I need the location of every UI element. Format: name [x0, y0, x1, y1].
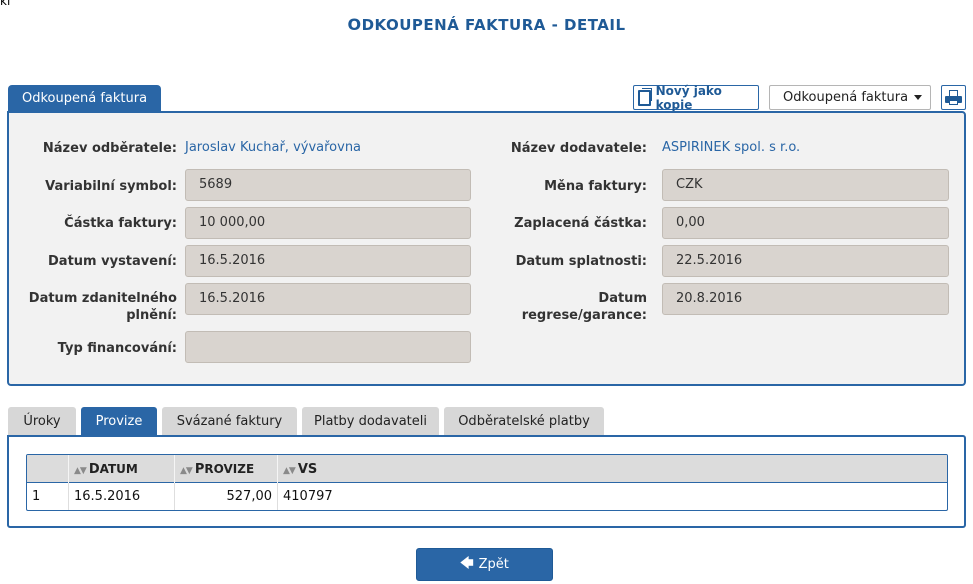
sort-arrows-icon: ▲▼	[74, 466, 87, 476]
print-button[interactable]	[941, 85, 966, 110]
tab-uroky[interactable]: Úroky	[8, 407, 76, 436]
odberatel-link[interactable]: Jaroslav Kuchař, vývařovna	[185, 140, 361, 155]
tab-svazane-faktury[interactable]: Svázané faktury	[162, 407, 297, 436]
datum-vystaveni-field: 16.5.2016	[185, 245, 471, 277]
datum-vystaveni-label: Datum vystavení:	[48, 254, 177, 269]
arrow-left-icon: 🡄	[460, 555, 474, 571]
invoice-form-panel: Název odběratele: Jaroslav Kuchař, vývař…	[7, 111, 966, 386]
corner-mark: ki	[0, 0, 11, 8]
copy-icon	[638, 87, 652, 106]
duzp-label: Datum zdanitelného plnění:	[28, 291, 177, 323]
row-vs-cell: 410797	[283, 489, 333, 504]
typ-financovani-label: Typ financování:	[57, 341, 177, 356]
regrese-field: 20.8.2016	[662, 283, 949, 315]
variabilni-symbol-label: Variabilní symbol:	[45, 179, 177, 194]
duzp-field: 16.5.2016	[185, 283, 471, 315]
castka-label: Částka faktury:	[64, 216, 177, 231]
back-button-label: Zpět	[478, 557, 509, 572]
mena-label: Měna faktury:	[544, 179, 647, 194]
zaplaceno-field: 0,00	[662, 207, 949, 239]
row-datum-cell: 16.5.2016	[69, 483, 175, 510]
column-header-vs[interactable]: ▲▼ VS	[278, 455, 947, 483]
table-header: ▲▼ DATUM ▲▼ PROVIZE ▲▼ VS	[27, 455, 947, 483]
sort-arrows-icon: ▲▼	[180, 466, 193, 476]
caret-down-icon	[914, 95, 923, 100]
table-row[interactable]: 1 16.5.2016 527,00 410797	[27, 483, 947, 510]
provize-table: ▲▼ DATUM ▲▼ PROVIZE ▲▼ VS 1 16.5.2016 527,0…	[26, 454, 948, 511]
row-index-cell: 1	[27, 483, 69, 510]
odberatel-label: Název odběratele:	[42, 141, 177, 156]
row-provize-cell: 527,00	[175, 483, 278, 510]
tab-odberatelske-platby[interactable]: Odběratelské platby	[444, 407, 604, 436]
typ-financovani-field	[185, 331, 471, 363]
mena-field: CZK	[662, 169, 949, 201]
new-copy-label: Nový jako kopie	[655, 83, 722, 112]
dodavatel-link[interactable]: ASPIRINEK spol. s r.o.	[662, 140, 800, 155]
back-button[interactable]: 🡄 Zpět	[416, 548, 553, 581]
sort-arrows-icon: ▲▼	[283, 466, 296, 476]
datum-splatnosti-label: Datum splatnosti:	[515, 254, 647, 269]
tab-odkoupena-faktura[interactable]: Odkoupená faktura	[8, 85, 161, 112]
tab-provize[interactable]: Provize	[81, 407, 157, 436]
column-header-index	[27, 455, 69, 483]
page-title: ODKOUPENÁ FAKTURA - DETAIL	[347, 15, 626, 34]
zaplaceno-label: Zaplacená částka:	[514, 216, 647, 231]
column-header-provize[interactable]: ▲▼ PROVIZE	[175, 455, 278, 483]
dodavatel-label: Název dodavatele:	[510, 141, 647, 156]
invoice-type-dropdown[interactable]: Odkoupená faktura	[769, 85, 931, 110]
invoice-type-label: Odkoupená faktura	[783, 90, 909, 105]
printer-icon	[945, 90, 962, 105]
tab-platby-dodavateli[interactable]: Platby dodavateli	[302, 407, 439, 436]
castka-field: 10 000,00	[185, 207, 471, 239]
regrese-label: Datum regrese/garance:	[521, 291, 647, 323]
provize-panel: ▲▼ DATUM ▲▼ PROVIZE ▲▼ VS 1 16.5.2016 527,0…	[7, 435, 966, 528]
new-copy-button[interactable]: Nový jako kopie	[633, 83, 759, 112]
variabilni-symbol-field: 5689	[185, 169, 471, 201]
datum-splatnosti-field: 22.5.2016	[662, 245, 949, 277]
column-header-datum[interactable]: ▲▼ DATUM	[69, 455, 175, 483]
